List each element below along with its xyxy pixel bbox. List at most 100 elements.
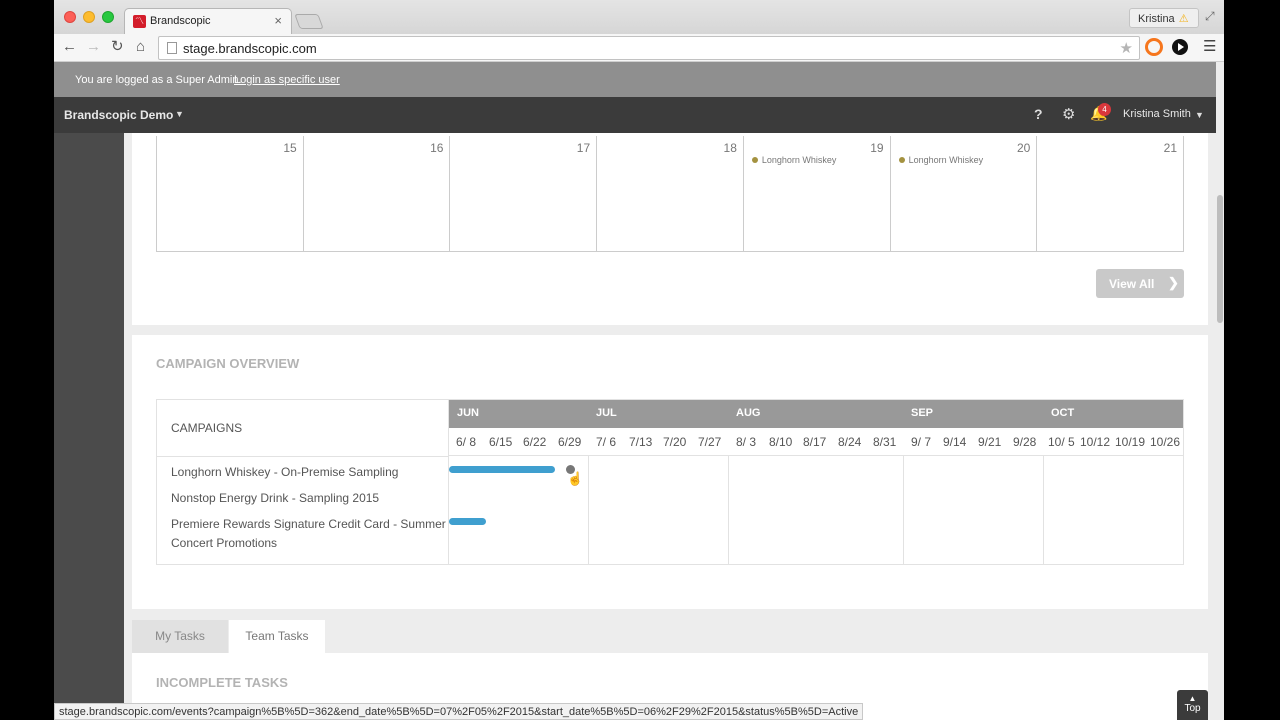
calendar-event-label: Longhorn Whiskey xyxy=(908,155,984,165)
hamburger-menu-icon[interactable]: ☰ xyxy=(1203,39,1216,55)
profile-button[interactable]: Kristina ⚠ xyxy=(1129,8,1199,28)
week-label: 9/21 xyxy=(978,435,1002,449)
home-icon[interactable]: ⌂ xyxy=(136,38,145,56)
bookmark-star-icon[interactable]: ★ xyxy=(1120,39,1133,57)
login-as-user-link[interactable]: Login as specific user xyxy=(234,74,340,86)
week-label: 8/10 xyxy=(769,435,793,449)
week-label: 7/27 xyxy=(698,435,722,449)
back-icon[interactable]: ← xyxy=(62,38,77,56)
week-label: 6/22 xyxy=(523,435,547,449)
week-label: 7/13 xyxy=(629,435,653,449)
campaign-bar[interactable] xyxy=(449,466,555,473)
close-tab-icon[interactable]: × xyxy=(274,14,282,28)
month-label: OCT xyxy=(1051,407,1075,419)
admin-bar: You are logged as a Super Admin. Login a… xyxy=(54,62,1224,97)
calendar-day-cell[interactable]: 17 xyxy=(450,136,598,251)
week-label: 8/24 xyxy=(838,435,862,449)
zoom-window-button[interactable] xyxy=(102,11,114,23)
week-label: 10/12 xyxy=(1080,435,1111,449)
month-divider xyxy=(903,456,904,564)
extension-play-icon[interactable] xyxy=(1172,39,1188,55)
campaigns-column-header: CAMPAIGNS xyxy=(171,421,243,435)
browser-window: 〽 Brandscopic × Kristina ⚠ ⤢ ← → ↻ ⌂ stag… xyxy=(54,0,1224,720)
desktop-left xyxy=(0,0,54,720)
calendar-day-cell[interactable]: 16 xyxy=(304,136,451,251)
calendar-event[interactable]: Longhorn Whiskey xyxy=(898,155,984,165)
view-all-label: View All xyxy=(1109,277,1155,291)
forward-icon[interactable]: → xyxy=(86,38,101,56)
tab-team-tasks[interactable]: Team Tasks xyxy=(229,620,325,653)
calendar-day-number: 20 xyxy=(1016,141,1031,155)
close-window-button[interactable] xyxy=(64,11,76,23)
url-text[interactable]: stage.brandscopic.com xyxy=(183,41,317,56)
app-header: Brandscopic Demo ▼ ? ⚙ 🔔 4 Kristina Smit… xyxy=(54,97,1224,133)
browser-tab-strip: 〽 Brandscopic × Kristina ⚠ ⤢ xyxy=(54,0,1224,35)
event-dot-icon xyxy=(898,157,905,163)
campaign-link[interactable]: Premiere Rewards Signature Credit Card -… xyxy=(171,515,446,553)
page-icon xyxy=(167,42,177,54)
calendar-day-number: 19 xyxy=(870,141,884,155)
notification-badge: 4 xyxy=(1098,103,1111,116)
campaign-bar[interactable] xyxy=(449,518,486,525)
desktop-right xyxy=(1224,0,1280,720)
calendar-day-number: 15 xyxy=(283,141,297,155)
calendar-day-cell[interactable]: 18 xyxy=(597,136,744,251)
calendar-day-number: 18 xyxy=(723,141,737,155)
incomplete-tasks-title: INCOMPLETE TASKS xyxy=(156,675,288,690)
calendar-week-row: 15 16 17 18 19 Longhorn Whiskey 20 Longh… xyxy=(156,136,1184,252)
calendar-event[interactable]: Longhorn Whiskey xyxy=(751,155,836,165)
calendar-day-number: 16 xyxy=(430,141,444,155)
week-label: 7/ 6 xyxy=(596,435,617,449)
month-divider xyxy=(1043,456,1044,564)
calendar-day-cell[interactable]: 19 Longhorn Whiskey xyxy=(744,136,891,251)
gear-icon[interactable]: ⚙ xyxy=(1062,105,1075,123)
tab-title: Brandscopic xyxy=(150,15,211,27)
week-label: 10/19 xyxy=(1115,435,1146,449)
event-dot-icon xyxy=(751,157,758,163)
admin-message: You are logged as a Super Admin. xyxy=(75,74,242,86)
caret-down-icon[interactable]: ▼ xyxy=(175,109,184,119)
campaign-gantt: CAMPAIGNS Longhorn Whiskey - On-Premise … xyxy=(156,399,1184,565)
hand-cursor-icon: ☝ xyxy=(567,471,584,486)
calendar-day-cell[interactable]: 20 Longhorn Whiskey xyxy=(891,136,1038,251)
month-label: SEP xyxy=(911,407,934,419)
minimize-window-button[interactable] xyxy=(83,11,95,23)
divider xyxy=(157,456,449,457)
campaign-link[interactable]: Nonstop Energy Drink - Sampling 2015 xyxy=(171,489,446,508)
week-label: 10/26 xyxy=(1150,435,1181,449)
calendar-day-cell[interactable]: 15 xyxy=(157,136,304,251)
scroll-top-label: Top xyxy=(1184,703,1201,714)
user-menu[interactable]: Kristina Smith xyxy=(1123,108,1191,120)
scroll-top-button[interactable]: ▲ Top xyxy=(1177,690,1208,720)
month-label: JUL xyxy=(596,407,617,419)
campaign-list: CAMPAIGNS Longhorn Whiskey - On-Premise … xyxy=(157,400,449,564)
week-label: 8/ 3 xyxy=(736,435,757,449)
week-label: 7/20 xyxy=(663,435,687,449)
help-icon[interactable]: ? xyxy=(1034,106,1043,122)
campaign-link[interactable]: Longhorn Whiskey - On-Premise Sampling xyxy=(171,463,446,482)
week-label: 6/29 xyxy=(558,435,582,449)
address-bar[interactable]: stage.brandscopic.com ★ xyxy=(158,36,1140,60)
gantt-month-header: JUN JUL AUG SEP OCT xyxy=(449,400,1183,428)
month-label: AUG xyxy=(736,407,761,419)
fullscreen-icon[interactable]: ⤢ xyxy=(1205,9,1215,24)
month-divider xyxy=(588,456,589,564)
scrollbar-track[interactable] xyxy=(1216,62,1224,720)
scrollbar-thumb[interactable] xyxy=(1217,195,1223,323)
chevron-right-icon: ❯ xyxy=(1168,275,1179,290)
week-label: 9/28 xyxy=(1013,435,1037,449)
tab-my-tasks[interactable]: My Tasks xyxy=(132,620,228,653)
calendar-day-number: 21 xyxy=(1163,141,1178,155)
calendar-panel: 15 16 17 18 19 Longhorn Whiskey 20 Longh… xyxy=(132,133,1208,325)
week-label: 6/ 8 xyxy=(456,435,477,449)
view-all-button[interactable]: View All ❯ xyxy=(1096,269,1184,298)
company-switcher[interactable]: Brandscopic Demo xyxy=(64,108,173,122)
browser-tab[interactable]: 〽 Brandscopic × xyxy=(124,8,292,35)
reload-icon[interactable]: ↻ xyxy=(111,38,124,56)
caret-down-icon[interactable]: ▼ xyxy=(1195,110,1204,120)
week-label: 6/15 xyxy=(489,435,513,449)
new-tab-button[interactable] xyxy=(294,14,324,29)
calendar-day-number: 17 xyxy=(576,141,591,155)
extension-ring-icon[interactable] xyxy=(1145,38,1163,56)
calendar-day-cell[interactable]: 21 xyxy=(1037,136,1183,251)
